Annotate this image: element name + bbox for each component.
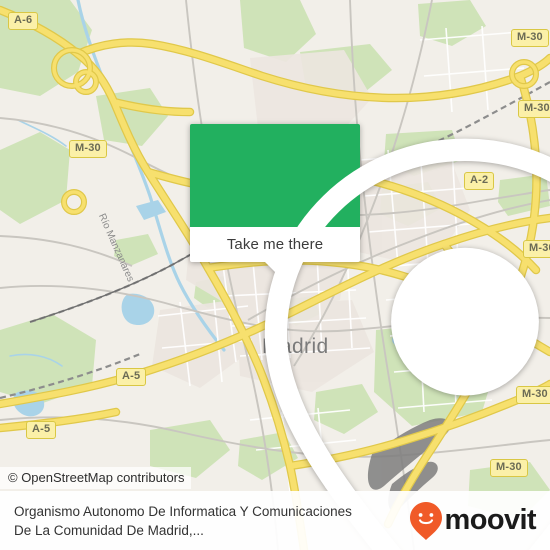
map-pin-icon: [264, 138, 550, 550]
moovit-wordmark: moovit: [444, 504, 537, 536]
road-shield-a-5: A-5: [26, 421, 57, 439]
road-shield-m-30: M-30: [518, 100, 550, 118]
road-shield-m-30: M-30: [69, 140, 107, 158]
callout-tail: [265, 262, 285, 272]
moovit-smiley-pin-icon: [409, 501, 442, 540]
callout-action-bar[interactable]: Take me there: [190, 227, 360, 272]
road-shield-a-6: A-6: [8, 12, 39, 30]
callout-icon-area: [190, 124, 550, 550]
osm-attribution[interactable]: © OpenStreetMap contributors: [0, 467, 191, 489]
footer-bar: Organismo Autonomo De Informatica Y Comu…: [0, 491, 550, 550]
map-canvas[interactable]: A-6M-30M-30M-30A-2M-30A-5A-5M-30M-30 Mad…: [0, 0, 550, 550]
road-shield-a-5: A-5: [116, 368, 147, 386]
road-shield-m-30: M-30: [511, 29, 549, 47]
map-screenshot: A-6M-30M-30M-30A-2M-30A-5A-5M-30M-30 Mad…: [0, 0, 550, 550]
moovit-logo[interactable]: moovit: [409, 501, 537, 541]
place-title: Organismo Autonomo De Informatica Y Comu…: [14, 503, 352, 538]
destination-callout-card[interactable]: Take me there: [190, 124, 550, 550]
take-me-there-button-label: Take me there: [226, 236, 324, 253]
